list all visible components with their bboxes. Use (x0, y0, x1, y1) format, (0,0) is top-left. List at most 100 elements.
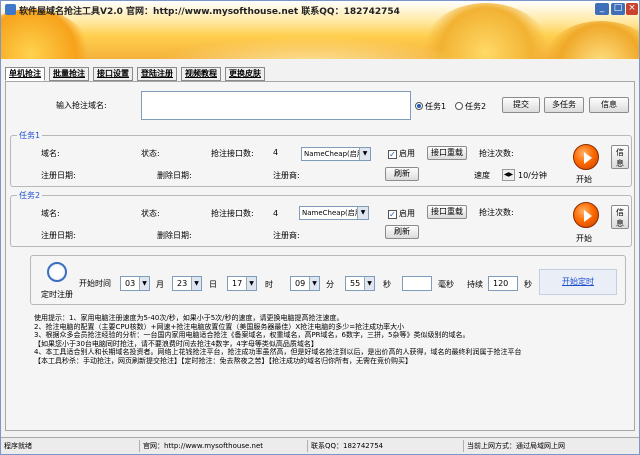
chevron-down-icon: ▼ (139, 277, 149, 290)
day-unit: 日 (209, 280, 217, 289)
maximize-icon[interactable]: □ (611, 3, 625, 15)
task2-iface-select-value: NameCheap(启用 (302, 209, 362, 217)
month-value: 03 (125, 279, 136, 288)
chevron-down-icon: ▼ (364, 277, 374, 290)
task2-info-label: 信息 (616, 208, 624, 228)
task2-iface-select[interactable]: NameCheap(启用 ▼ (299, 206, 369, 220)
task2-domain-label: 域名: (41, 209, 60, 218)
minimize-icon[interactable]: _ (595, 3, 609, 15)
task2-enable-label: 启用 (399, 209, 415, 218)
app-icon (5, 4, 16, 15)
day-select[interactable]: 23 ▼ (172, 276, 202, 291)
task2-status-label: 状态: (141, 209, 160, 218)
checkbox-checked-icon: ✓ (388, 150, 397, 159)
task1-iface-count: 4 (273, 148, 279, 157)
task1-iface-reload-button[interactable]: 接口重载 (427, 146, 467, 160)
task1-iface-count-label: 抢注接口数: (211, 149, 254, 158)
task1-speed-stepper[interactable]: ◀▶ (502, 169, 515, 181)
minute-select[interactable]: 09 ▼ (290, 276, 320, 291)
task2-enable-checkbox[interactable]: ✓ 启用 (388, 208, 415, 219)
tip-line: 使用提示：1、家用电脑注册速度为5-40次/秒，如果小于5次/秒的速度，请更换电… (34, 314, 344, 322)
tab-interface-settings[interactable]: 接口设置 (93, 67, 133, 81)
task2-refresh-button[interactable]: 刷新 (385, 225, 419, 239)
chevron-down-icon: ▼ (246, 277, 256, 290)
close-icon[interactable]: × (626, 3, 638, 15)
task1-status-label: 状态: (141, 149, 160, 158)
tip-line: 【本工具秒杀：手动抢注，网页刷新提交抢注】【定时抢注：免去熬夜之苦】【抢注成功的… (34, 356, 412, 365)
minute-unit: 分 (326, 280, 334, 289)
task1-del-date-label: 删除日期: (157, 171, 192, 180)
duration-unit: 秒 (524, 280, 532, 289)
radio-selected-icon (415, 102, 423, 110)
second-value: 55 (350, 279, 361, 288)
task1-reg-date-label: 注册日期: (41, 171, 76, 180)
timer-group: 定时注册 开始时间 03 ▼ 月 23 ▼ 日 17 ▼ 时 09 ▼ 分 55 ▼ 秒 … (30, 255, 626, 305)
domain-input-label: 输入抢注域名: (56, 101, 107, 110)
task1-speed-label: 速度 (474, 171, 490, 180)
task2-start-icon[interactable] (573, 202, 599, 228)
usage-tips: 使用提示：1、家用电脑注册速度为5-40次/秒，如果小于5次/秒的速度，请更换电… (34, 314, 521, 366)
window-title: 软件屋域名抢注工具V2.0 官网：http://www.mysofthouse.… (19, 7, 400, 17)
task2-radio[interactable]: 任务2 (455, 101, 486, 112)
hour-value: 17 (232, 279, 243, 288)
tab-change-skin[interactable]: 更换皮肤 (225, 67, 265, 81)
tab-video-tutorial[interactable]: 视频教程 (181, 67, 221, 81)
domain-input[interactable] (141, 91, 411, 120)
status-bar: 程序就绪 官网：http://www.mysofthouse.net 联系QQ：… (1, 437, 639, 454)
checkbox-checked-icon: ✓ (388, 210, 397, 219)
app-window: 软件屋域名抢注工具V2.0 官网：http://www.mysofthouse.… (0, 0, 640, 455)
task1-enable-label: 启用 (399, 149, 415, 158)
minute-value: 09 (295, 279, 306, 288)
task1-iface-select[interactable]: NameCheap(启用 ▼ (301, 147, 371, 161)
tab-bar: 单机抢注 批量抢注 接口设置 登陆注册 视频教程 更换皮肤 (5, 67, 265, 81)
chevron-down-icon: ▼ (309, 277, 319, 290)
tab-login-register[interactable]: 登陆注册 (137, 67, 177, 81)
second-unit: 秒 (383, 280, 391, 289)
task1-speed-value: 10/分钟 (518, 171, 547, 180)
second-select[interactable]: 55 ▼ (345, 276, 375, 291)
task1-radio[interactable]: 任务1 (415, 101, 446, 112)
task1-refresh-button[interactable]: 刷新 (385, 167, 419, 181)
chevron-down-icon: ▼ (357, 207, 368, 219)
task1-info-button[interactable]: 信息 (611, 145, 629, 169)
task1-title: 任务1 (17, 130, 43, 141)
millisecond-input[interactable] (402, 276, 432, 291)
duration-input[interactable]: 120 (488, 276, 518, 291)
task1-start-icon[interactable] (573, 144, 599, 170)
hour-select[interactable]: 17 ▼ (227, 276, 257, 291)
task1-radio-label: 任务1 (425, 102, 447, 111)
task1-iface-select-value: NameCheap(启用 (304, 150, 364, 158)
month-select[interactable]: 03 ▼ (120, 276, 150, 291)
multitask-button[interactable]: 多任务 (544, 97, 584, 113)
task2-registrar-label: 注册商: (273, 231, 300, 240)
task2-radio-label: 任务2 (465, 102, 487, 111)
info-button[interactable]: 信息 (589, 97, 629, 113)
task1-enable-checkbox[interactable]: ✓ 启用 (388, 148, 415, 159)
task2-attempts-label: 抢注次数: (479, 208, 514, 217)
task2-start-label: 开始 (576, 234, 592, 243)
banner-tree-decoration (541, 21, 639, 59)
task1-registrar-label: 注册商: (273, 171, 300, 180)
timer-label: 定时注册 (41, 290, 73, 299)
task1-start-label: 开始 (576, 175, 592, 184)
tab-batch-register[interactable]: 批量抢注 (49, 67, 89, 81)
start-timer-link[interactable]: 开始定时 (539, 269, 617, 295)
task2-info-button[interactable]: 信息 (611, 205, 629, 229)
task2-reg-date-label: 注册日期: (41, 231, 76, 240)
task1-domain-label: 域名: (41, 149, 60, 158)
task2-del-date-label: 删除日期: (157, 231, 192, 240)
radio-unselected-icon (455, 102, 463, 110)
task1-info-label: 信息 (616, 148, 624, 168)
task2-iface-reload-button[interactable]: 接口重载 (427, 205, 467, 219)
start-time-label: 开始时间 (79, 279, 111, 288)
duration-label: 持续 (467, 280, 483, 289)
task2-iface-count-label: 抢注接口数: (211, 209, 254, 218)
day-value: 23 (177, 279, 188, 288)
task2-title: 任务2 (17, 190, 43, 201)
task2-iface-count: 4 (273, 209, 279, 218)
submit-button[interactable]: 提交 (502, 97, 540, 113)
tab-single-register[interactable]: 单机抢注 (5, 67, 45, 81)
status-qq: 联系QQ：182742754 (307, 440, 457, 452)
month-unit: 月 (156, 280, 164, 289)
task1-group: 任务1 域名: 状态: 抢注接口数: 4 NameCheap(启用 ▼ ✓ 启用 接… (10, 130, 632, 187)
